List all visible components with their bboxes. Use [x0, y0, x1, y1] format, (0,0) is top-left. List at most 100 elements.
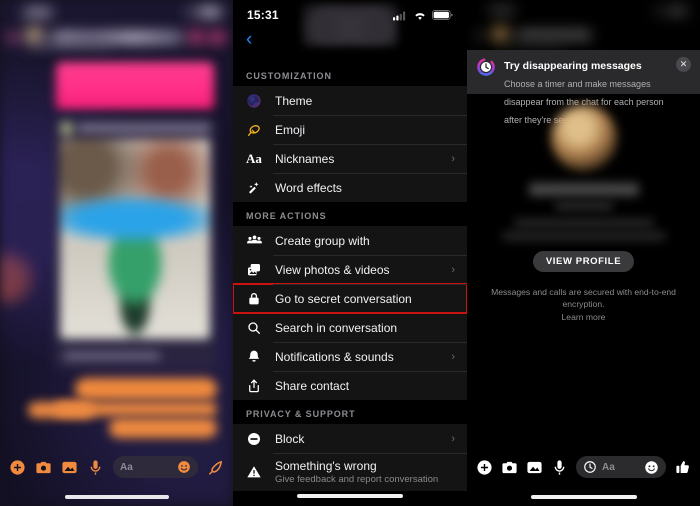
card-caption-blurred — [64, 352, 160, 360]
battery-icon — [666, 6, 688, 16]
right-phone-screen: Try disappearing messages Choose a timer… — [467, 0, 700, 506]
microphone-icon[interactable] — [551, 459, 568, 476]
message-bubble-sent[interactable] — [109, 418, 217, 438]
menu-item-label: Nicknames — [275, 151, 335, 166]
message-placeholder: Aa — [120, 461, 133, 473]
learn-more-link[interactable]: Learn more — [479, 311, 688, 323]
menu-item-emoji[interactable]: Emoji — [233, 115, 467, 144]
section-header-customization: CUSTOMIZATION — [233, 62, 467, 86]
menu-item-block[interactable]: Block › — [233, 424, 467, 453]
emoji-icon — [245, 121, 263, 139]
sticker-icon[interactable] — [207, 459, 224, 476]
section-list-privacy-support: Block › Something's wrong Give feedback … — [233, 424, 467, 491]
lock-icon — [245, 290, 263, 308]
menu-item-label: Something's wrong — [275, 459, 377, 473]
emoji-icon[interactable] — [644, 460, 659, 475]
camera-icon[interactable] — [35, 459, 52, 476]
card-icon — [60, 121, 73, 135]
chevron-right-icon: › — [451, 152, 455, 165]
call-icon[interactable] — [189, 30, 203, 44]
menu-item-label: Block — [275, 431, 305, 446]
menu-item-label: Theme — [275, 93, 313, 108]
plus-icon[interactable] — [9, 459, 26, 476]
message-placeholder: Aa — [602, 461, 615, 473]
menu-item-label: Go to secret conversation — [275, 291, 412, 306]
menu-item-search-in-conversation[interactable]: Search in conversation — [233, 313, 467, 342]
menu-item-share-contact[interactable]: Share contact — [233, 371, 467, 400]
contact-status-blurred — [505, 40, 565, 45]
block-icon — [245, 430, 263, 448]
people-group-icon — [245, 232, 263, 250]
section-list-customization: Theme Emoji Aa Nicknames › Word effects — [233, 86, 467, 202]
message-bubble-received[interactable] — [28, 402, 94, 418]
shared-media-card[interactable] — [54, 115, 216, 370]
back-button[interactable]: ‹ — [233, 26, 467, 52]
chevron-right-icon: › — [451, 350, 455, 363]
menu-item-label: Word effects — [275, 180, 342, 195]
status-time: 15:31 — [247, 8, 279, 22]
menu-item-label: Emoji — [275, 122, 306, 137]
chevron-left-icon[interactable]: ‹ — [246, 30, 252, 49]
wifi-icon — [413, 10, 427, 21]
menu-item-label: Create group with — [275, 233, 370, 248]
profile-subtitle-blurred — [554, 202, 613, 210]
search-icon — [245, 319, 263, 337]
shared-photo[interactable] — [60, 139, 210, 339]
signal-icon — [393, 10, 408, 21]
disappearing-clock-icon — [476, 57, 496, 77]
thumbs-up-icon[interactable] — [674, 459, 691, 476]
video-call-icon[interactable] — [209, 31, 225, 43]
disappearing-messages-banner[interactable]: Try disappearing messages Choose a timer… — [467, 50, 700, 125]
share-icon — [245, 377, 263, 395]
microphone-icon[interactable] — [87, 459, 104, 476]
message-bubble-sent[interactable] — [75, 378, 217, 400]
image-icon[interactable] — [526, 459, 543, 476]
section-header-privacy-support: PRIVACY & SUPPORT — [233, 400, 467, 424]
contact-name-blurred — [517, 30, 591, 40]
message-bubble-pink[interactable] — [56, 62, 214, 110]
view-profile-button[interactable]: VIEW PROFILE — [532, 251, 635, 272]
menu-item-word-effects[interactable]: Word effects — [233, 173, 467, 202]
card-title-blurred — [78, 124, 210, 132]
message-input[interactable]: Aa — [576, 456, 666, 478]
nicknames-aa-icon: Aa — [246, 150, 262, 166]
home-indicator — [297, 494, 403, 498]
right-chat-header[interactable] — [467, 22, 700, 48]
home-indicator — [64, 495, 169, 499]
clock-icon[interactable] — [583, 460, 597, 474]
left-status-bar — [0, 4, 233, 20]
chevron-right-icon: › — [451, 432, 455, 445]
photo-stack-icon — [245, 261, 263, 279]
avatar-large[interactable] — [550, 105, 617, 171]
image-icon[interactable] — [61, 459, 78, 476]
middle-phone-screen: 15:31 ‹ CUSTOMIZATION Theme Emoji Aa Nic… — [233, 0, 467, 506]
message-input[interactable]: Aa — [113, 456, 198, 478]
left-phone-screen: Aa — [0, 0, 233, 506]
menu-item-go-to-secret-conversation[interactable]: Go to secret conversation — [233, 283, 467, 314]
warning-icon — [245, 463, 263, 481]
emoji-icon[interactable] — [177, 460, 191, 474]
left-chat-header[interactable] — [0, 22, 233, 52]
menu-item-label: Share contact — [275, 378, 350, 393]
close-icon[interactable]: ✕ — [676, 57, 691, 72]
back-icon[interactable] — [8, 32, 17, 42]
menu-item-theme[interactable]: Theme — [233, 86, 467, 115]
three-phone-screenshots: Aa 15:31 ‹ CUSTOMIZATION Theme Emoji Aa … — [0, 0, 700, 506]
settings-list-container: CUSTOMIZATION Theme Emoji Aa Nicknames ›… — [233, 62, 467, 506]
camera-icon[interactable] — [501, 459, 518, 476]
left-composer-toolbar: Aa — [0, 450, 233, 484]
menu-item-sublabel: Give feedback and report conversation — [275, 474, 439, 485]
encryption-note: Messages and calls are secured with end-… — [467, 286, 700, 323]
menu-item-notifications-sounds[interactable]: Notifications & sounds › — [233, 342, 467, 371]
wifi-icon — [654, 7, 662, 15]
menu-item-create-group[interactable]: Create group with — [233, 226, 467, 255]
battery-icon — [199, 7, 221, 17]
battery-icon — [432, 10, 453, 20]
menu-item-somethings-wrong[interactable]: Something's wrong Give feedback and repo… — [233, 453, 467, 491]
menu-item-view-photos-videos[interactable]: View photos & videos › — [233, 255, 467, 284]
menu-item-nicknames[interactable]: Aa Nicknames › — [233, 144, 467, 173]
plus-icon[interactable] — [476, 459, 493, 476]
right-composer-toolbar: Aa — [467, 450, 700, 484]
back-icon[interactable] — [476, 30, 485, 40]
word-effects-icon — [245, 179, 263, 197]
